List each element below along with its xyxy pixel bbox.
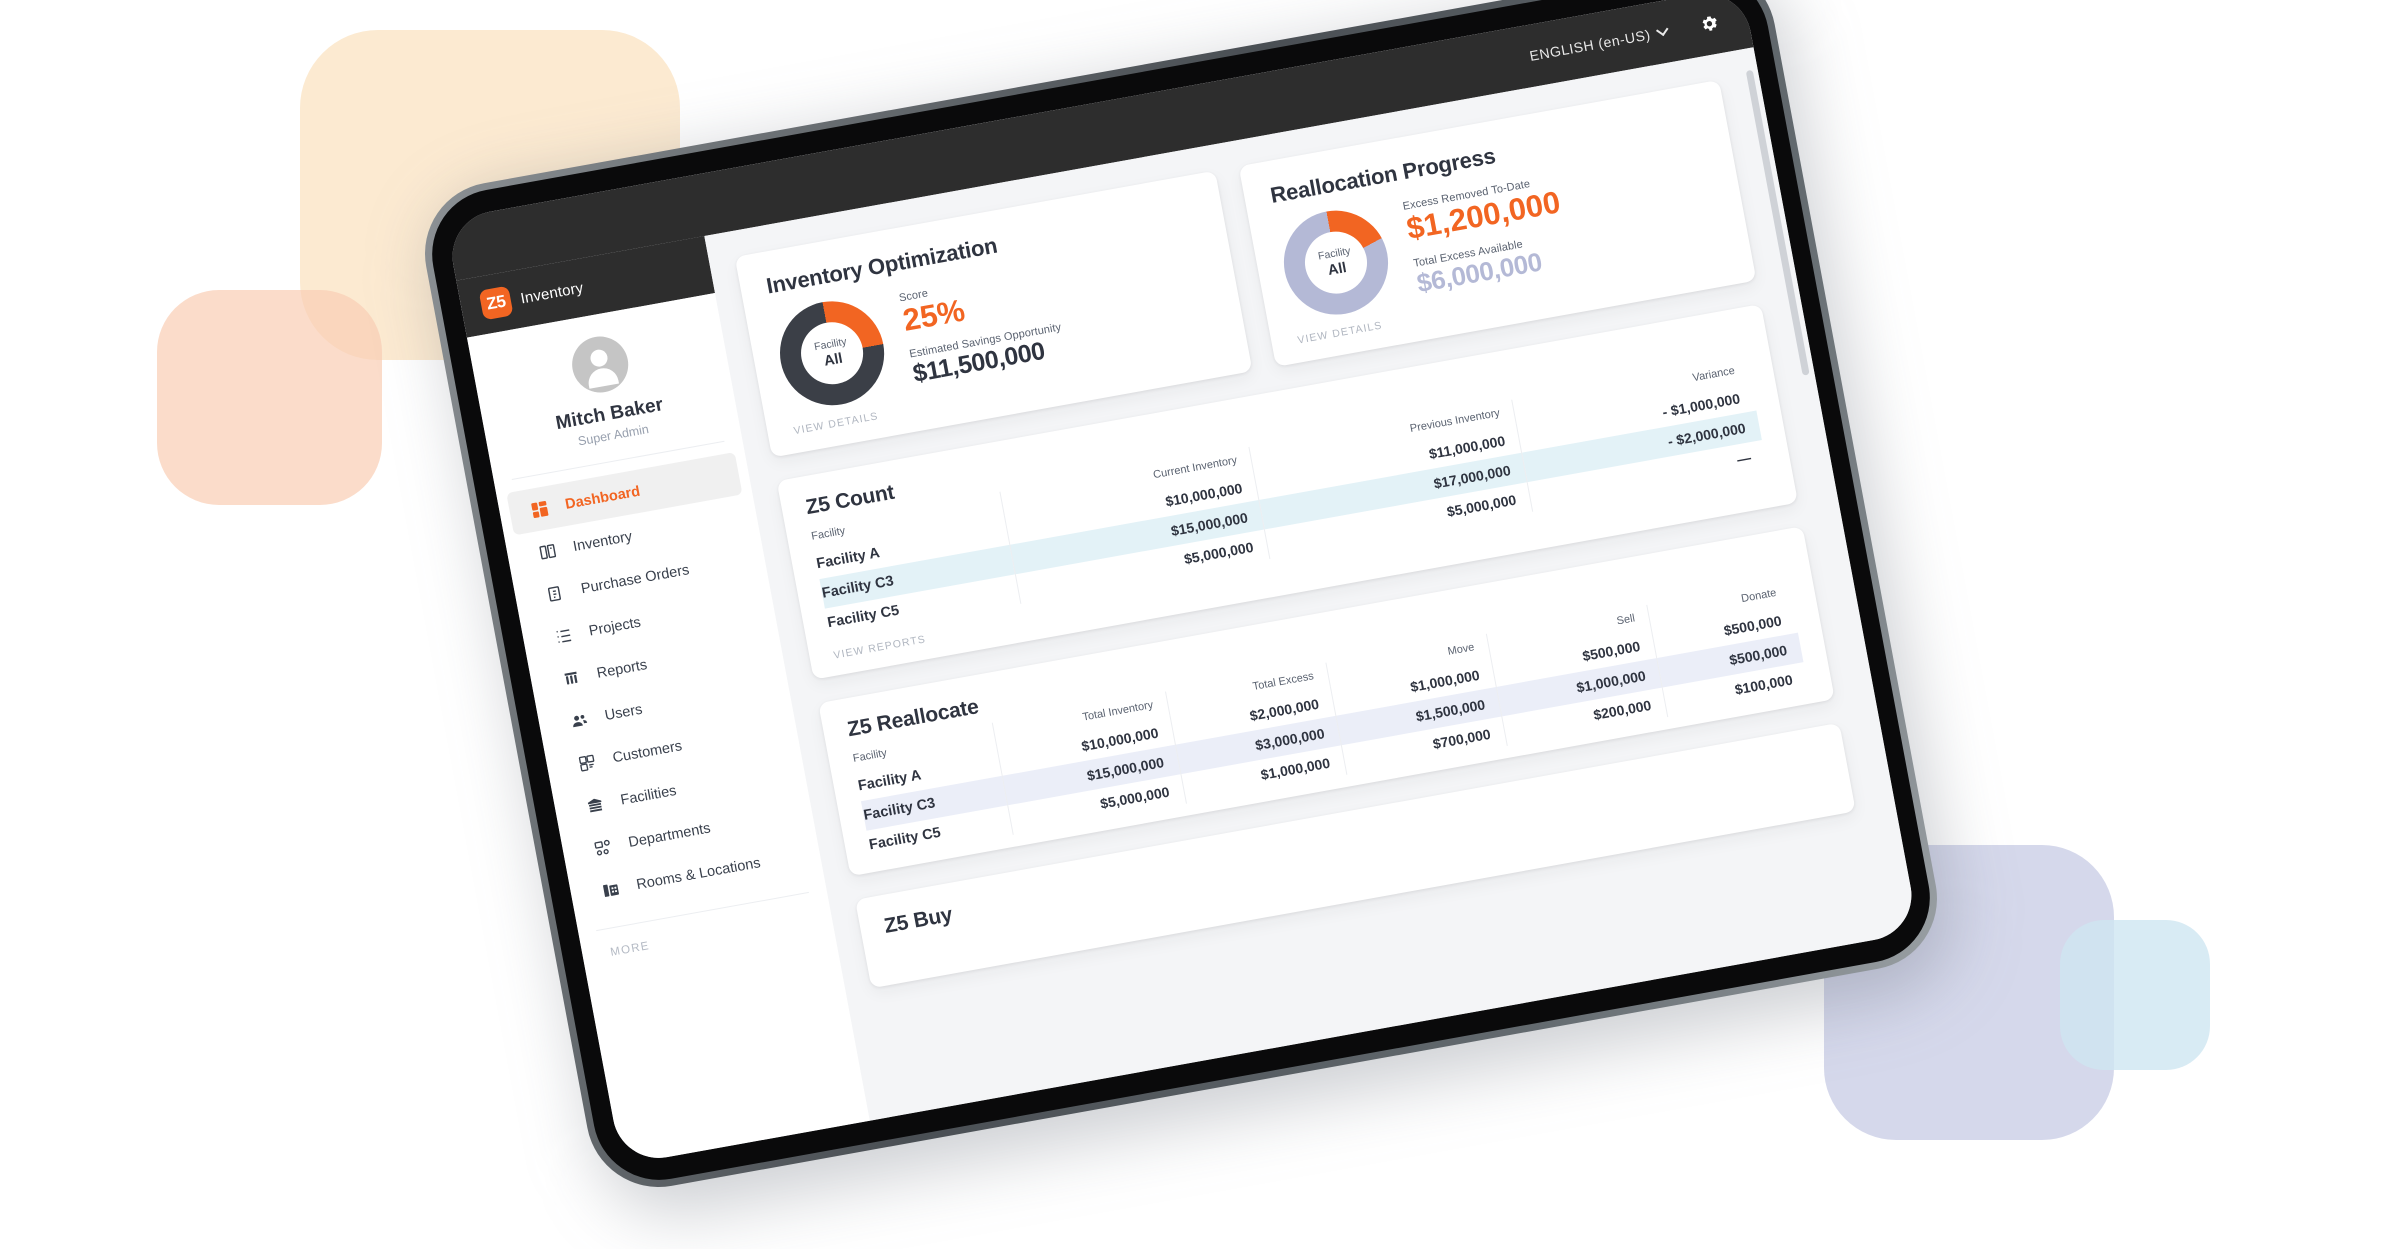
tablet-device: ENGLISH (en-US) Z5 Inventory Mitch Baker… [412,0,1964,1225]
main-content-wrap: Inventory Optimization Facility All Scor… [704,47,1920,1121]
projects-icon [552,624,575,647]
sidebar-item-label: Purchase Orders [579,561,691,597]
dashboard-icon [528,497,551,520]
facilities-icon [583,793,606,816]
sidebar-item-label: Departments [627,819,712,851]
donut-facility-value: All [822,350,844,370]
donut-facility-value: All [1326,259,1348,279]
avatar[interactable] [567,332,633,397]
view-details-link-optimization[interactable]: VIEW DETAILS [793,410,880,437]
rooms-locations-icon [599,878,622,901]
reports-icon [560,666,583,689]
customers-icon [576,751,599,774]
view-reports-link[interactable]: VIEW REPORTS [833,633,927,661]
sidebar-item-label: Facilities [619,782,678,809]
users-icon [568,709,591,732]
sidebar-item-label: Customers [611,737,684,766]
decor-shape-blue [2060,920,2210,1070]
main-content: Inventory Optimization Facility All Scor… [704,50,1905,1121]
decor-shape-peach [157,290,382,505]
sidebar-item-label: Rooms & Locations [635,854,762,893]
tablet-screen: ENGLISH (en-US) Z5 Inventory Mitch Baker… [444,0,1920,1166]
brand-name: Inventory [519,278,585,307]
sidebar-item-label: Dashboard [563,483,642,513]
departments-icon [591,836,614,859]
sidebar-item-label: Reports [595,656,649,682]
purchase-order-icon [544,582,567,605]
language-selector[interactable]: ENGLISH (en-US) [1528,23,1669,64]
inventory-optimization-donut: Facility All [771,292,893,414]
language-label: ENGLISH (en-US) [1528,26,1652,64]
page-root: ENGLISH (en-US) Z5 Inventory Mitch Baker… [0,0,2401,1249]
reallocation-progress-donut: Facility All [1275,202,1397,323]
gear-icon[interactable] [1694,9,1724,39]
sidebar-item-label: Projects [587,614,643,640]
chevron-down-icon [1655,23,1669,36]
sidebar-item-label: Users [603,701,644,724]
z5-logo-icon: Z5 [478,285,514,321]
view-details-link-reallocation[interactable]: VIEW DETAILS [1297,320,1384,347]
sidebar-item-label: Inventory [571,528,634,555]
inventory-icon [536,540,559,563]
